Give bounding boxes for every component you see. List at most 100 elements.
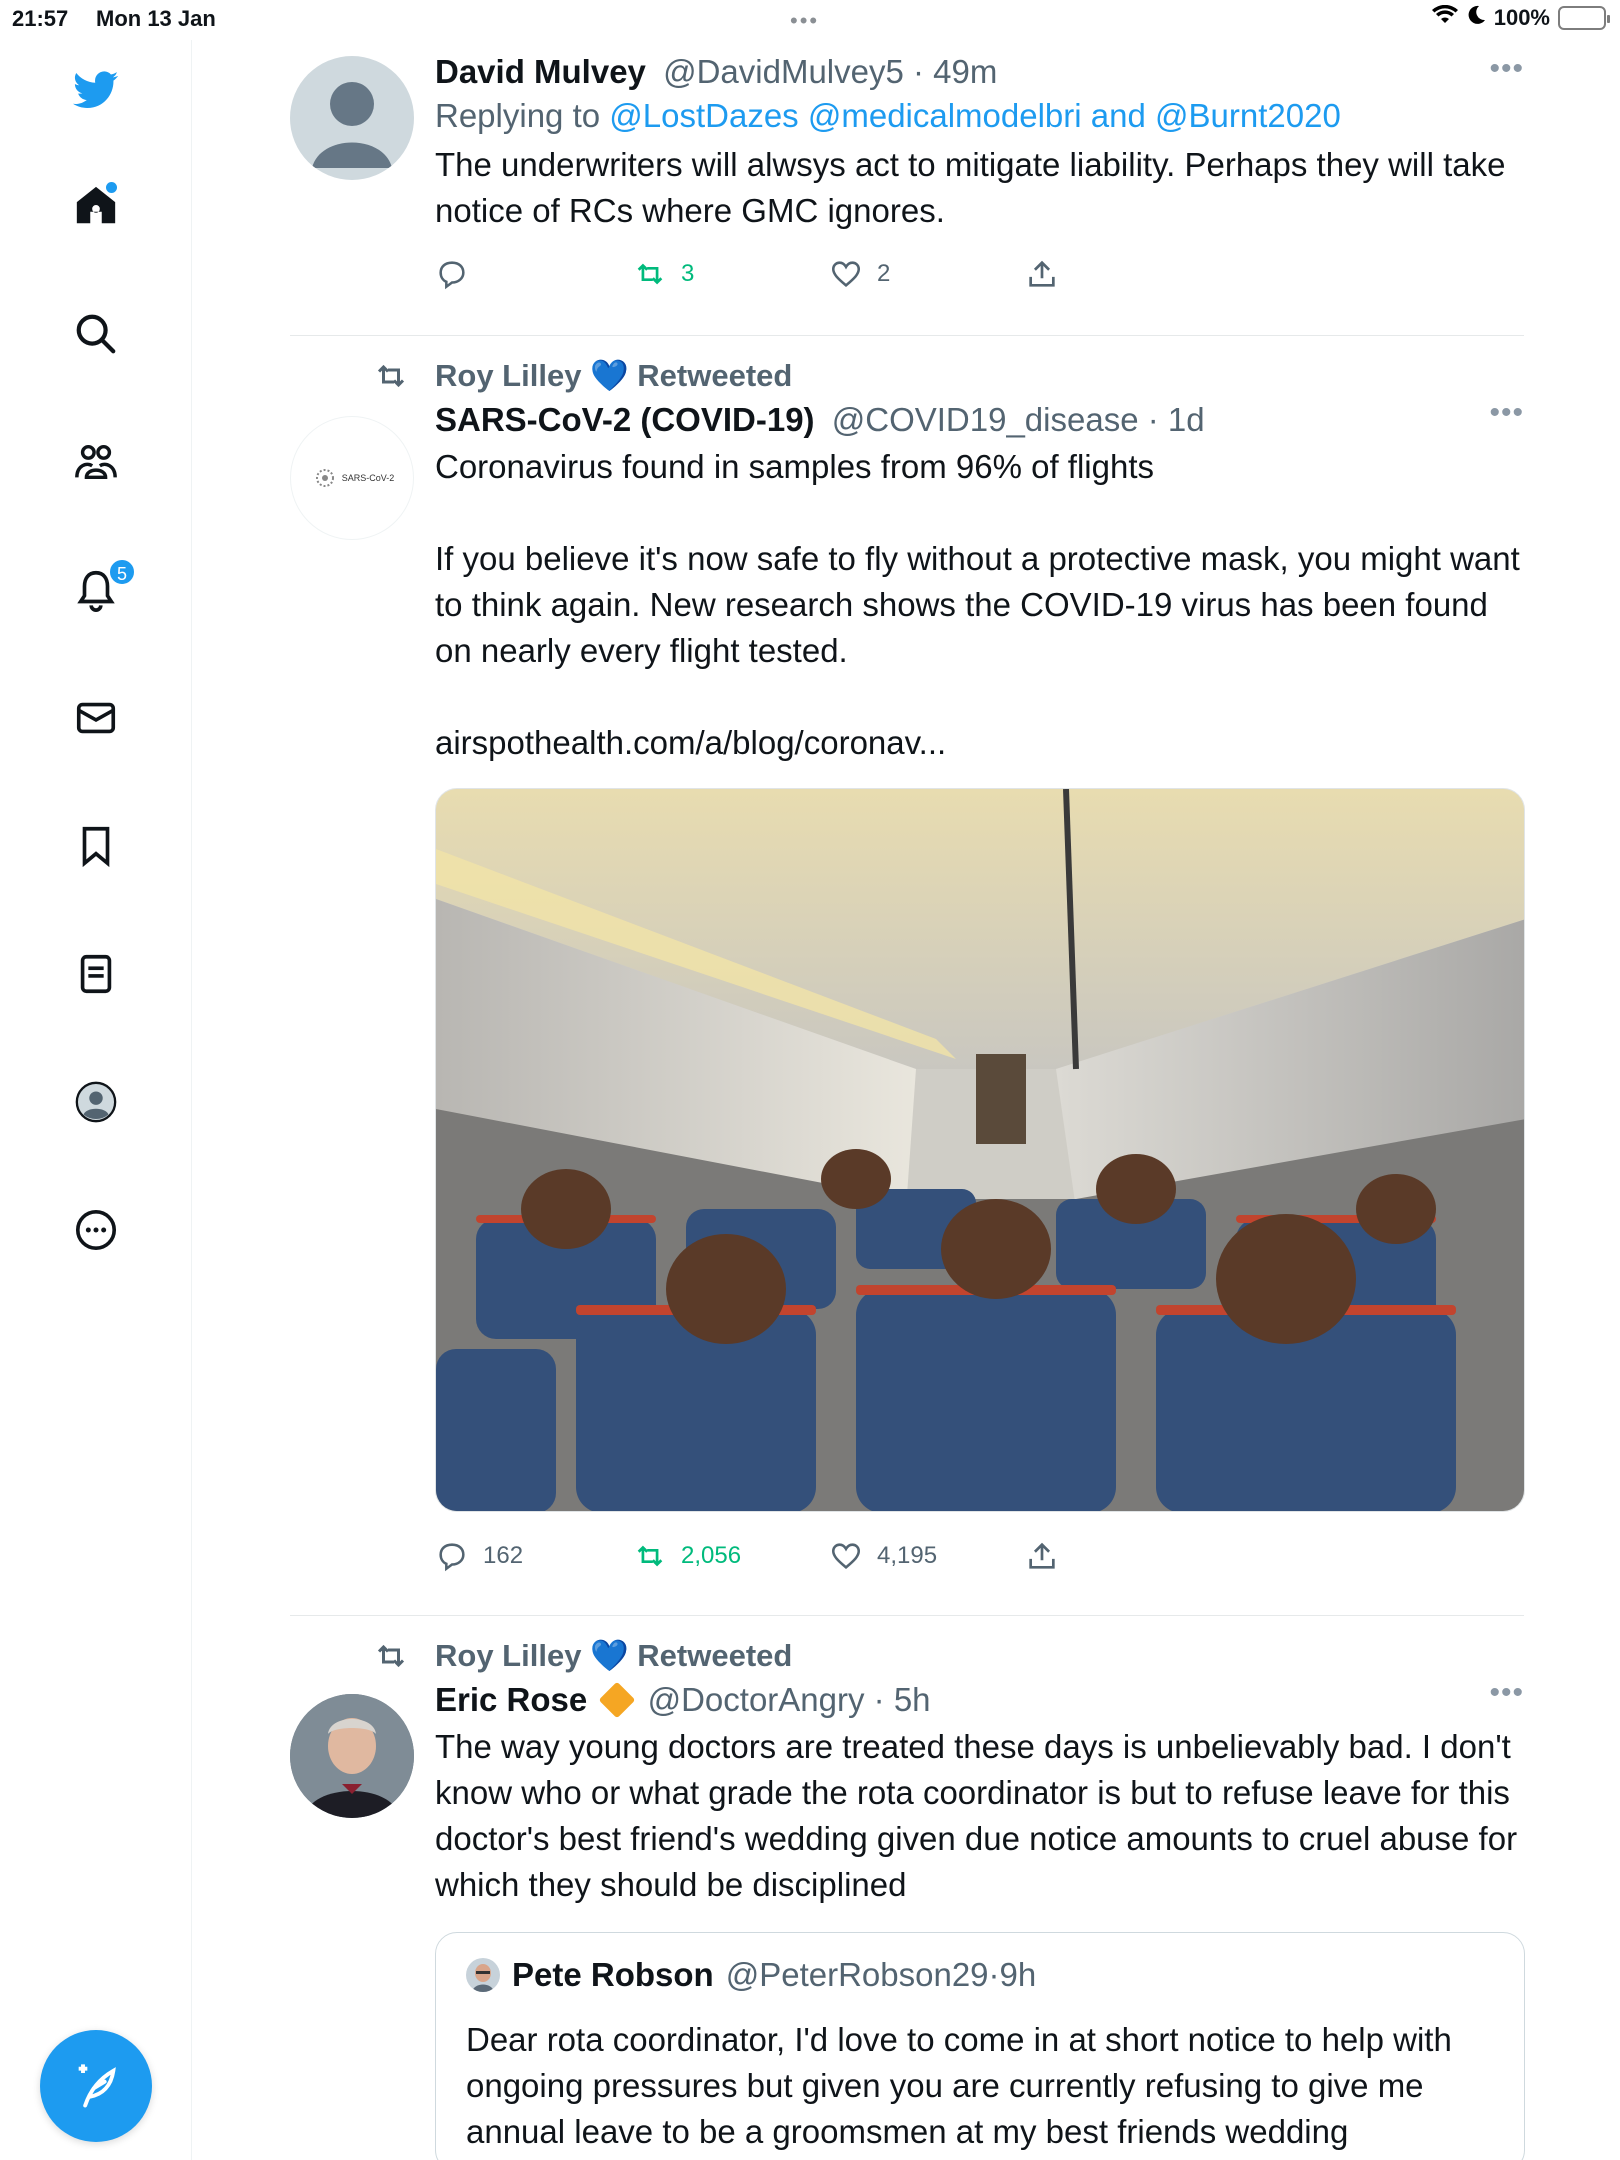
like-button[interactable]: 2 [829, 244, 890, 304]
wifi-icon [1431, 4, 1458, 31]
avatar[interactable]: SARS-CoV-2 [290, 416, 414, 540]
tweet-text-body: If you believe it's now safe to fly with… [435, 540, 1520, 669]
twitter-logo-icon[interactable] [70, 64, 122, 116]
tweet[interactable]: Roy Lilley 💙 Retweeted ••• Eric Rose @Do… [290, 1616, 1525, 2160]
retweet-indicator-icon [373, 358, 409, 406]
sidebar-nav: 5 [0, 40, 192, 2160]
retweet-count: 3 [681, 260, 695, 287]
reply-button[interactable] [435, 244, 469, 304]
share-button[interactable] [1025, 1526, 1059, 1586]
airplane-cabin-photo [436, 789, 1524, 1511]
tweet-time[interactable]: 1d [1168, 401, 1205, 438]
home-icon[interactable] [70, 180, 122, 232]
bookmarks-icon[interactable] [70, 820, 122, 872]
status-bar: 21:57 Mon 13 Jan ••• 100% [0, 0, 1620, 40]
status-date: Mon 13 Jan [96, 6, 216, 31]
retweeted-label: Retweeted [637, 1638, 793, 1673]
notifications-bell-icon[interactable]: 5 [70, 558, 136, 616]
tweet-link[interactable]: airspothealth.com/a/blog/coronav... [435, 720, 1524, 766]
author-handle[interactable]: @COVID19_disease [832, 401, 1139, 438]
author-name[interactable]: Eric Rose [435, 1681, 587, 1718]
retweet-button[interactable]: 2,056 [633, 1526, 741, 1586]
reply-button[interactable]: 162 [435, 1526, 523, 1586]
tweet-text-line1: Coronavirus found in samples from 96% of… [435, 448, 1155, 485]
avatar-logo-text: SARS-CoV-2 [341, 473, 395, 483]
tweet[interactable]: Roy Lilley 💙 Retweeted SARS-CoV-2 ••• SA… [290, 336, 1525, 1616]
retweet-indicator-icon [373, 1638, 409, 1686]
tweet-header: Eric Rose @DoctorAngry · 5h [435, 1678, 1524, 1722]
battery-percent: 100% [1493, 5, 1550, 30]
quoted-tweet[interactable]: Pete Robson @PeterRobson29 · 9h Dear rot… [435, 1932, 1525, 2160]
retweet-button[interactable]: 3 [633, 244, 694, 304]
header-separator: · [864, 1681, 894, 1718]
blue-heart-icon: 💙 [590, 358, 629, 393]
reply-icon [439, 261, 465, 290]
tweet-text: The way young doctors are treated these … [435, 1728, 1518, 1903]
reply-mention-last[interactable]: @Burnt2020 [1155, 97, 1341, 134]
feather-plus-icon [78, 2064, 116, 2108]
reply-mentions[interactable]: @LostDazes @medicalmodelbri [609, 97, 1081, 134]
tweet-actions: 162 2,056 4,195 [435, 1526, 1524, 1586]
tweet[interactable]: ••• David Mulvey @DavidMulvey5 · 49m Rep… [290, 40, 1524, 336]
like-count: 4,195 [877, 1542, 938, 1569]
reply-icon [439, 1543, 465, 1572]
retweeted-by: Roy Lilley 💙 Retweeted [377, 1634, 1524, 1678]
quoted-tweet-time[interactable]: 9h [1000, 1953, 1037, 1997]
tweet-text: The underwriters will alwsys act to miti… [435, 146, 1506, 229]
tweet-more-icon[interactable]: ••• [1489, 396, 1524, 430]
more-options-icon[interactable] [70, 1204, 122, 1256]
communities-icon[interactable] [70, 436, 122, 488]
messages-envelope-icon[interactable] [70, 692, 122, 744]
like-button[interactable]: 4,195 [829, 1526, 937, 1586]
multitasking-dots-icon[interactable]: ••• [790, 8, 819, 34]
share-icon [1029, 1542, 1055, 1569]
verified-orange-diamond-icon [599, 1681, 636, 1719]
tweet-header: SARS-CoV-2 (COVID-19) @COVID19_disease ·… [435, 398, 1524, 442]
tweet-media-image[interactable] [435, 788, 1525, 1512]
timeline-feed: ••• David Mulvey @DavidMulvey5 · 49m Rep… [290, 40, 1525, 2160]
tweet-time[interactable]: 5h [894, 1681, 931, 1718]
retweeted-by-name[interactable]: Roy Lilley [435, 1638, 581, 1673]
retweeted-by-name[interactable]: Roy Lilley [435, 358, 581, 393]
quoted-author-handle[interactable]: @PeterRobson29 [726, 1953, 989, 1997]
retweet-icon [637, 1545, 663, 1567]
avatar[interactable] [290, 56, 414, 180]
retweeted-label: Retweeted [637, 358, 793, 393]
share-button[interactable] [1025, 244, 1059, 304]
replying-to: Replying to @LostDazes @medicalmodelbri … [435, 94, 1524, 138]
virus-logo-icon [315, 469, 334, 487]
retweeted-by: Roy Lilley 💙 Retweeted [377, 354, 1524, 398]
quoted-author-name[interactable]: Pete Robson [512, 1953, 714, 1997]
heart-icon [831, 261, 861, 287]
replying-to-label: Replying to [435, 97, 610, 134]
search-icon[interactable] [70, 308, 122, 360]
tweet-actions: 3 2 [435, 244, 1524, 304]
quoted-avatar[interactable] [466, 1958, 500, 1992]
avatar[interactable] [290, 1694, 414, 1818]
retweet-count: 2,056 [681, 1542, 742, 1569]
tweet-time[interactable]: 49m [933, 53, 997, 90]
quoted-header-separator: · [988, 1956, 1000, 1993]
compose-tweet-button[interactable] [40, 2030, 152, 2142]
blue-heart-icon: 💙 [590, 1638, 629, 1673]
heart-icon [831, 1543, 861, 1569]
tweet-more-icon[interactable]: ••• [1489, 52, 1524, 86]
moon-icon [1466, 4, 1486, 32]
author-handle[interactable]: @DavidMulvey5 [663, 53, 904, 90]
reply-and: and [1081, 97, 1156, 134]
lists-icon[interactable] [70, 948, 122, 1000]
author-handle[interactable]: @DoctorAngry [648, 1681, 865, 1718]
quoted-tweet-text: Dear rota coordinator, I'd love to come … [466, 2021, 1452, 2150]
profile-avatar-icon[interactable] [70, 1076, 122, 1128]
share-icon [1029, 260, 1055, 287]
tweet-more-icon[interactable]: ••• [1489, 1676, 1524, 1710]
author-name[interactable]: David Mulvey [435, 53, 646, 90]
reply-count: 162 [483, 1542, 524, 1569]
status-time: 21:57 [12, 6, 69, 31]
notifications-badge: 5 [108, 558, 136, 586]
author-name[interactable]: SARS-CoV-2 (COVID-19) [435, 401, 815, 438]
retweet-icon [637, 263, 663, 285]
like-count: 2 [877, 260, 891, 287]
battery-icon [1558, 6, 1610, 30]
home-unread-dot [106, 182, 117, 193]
